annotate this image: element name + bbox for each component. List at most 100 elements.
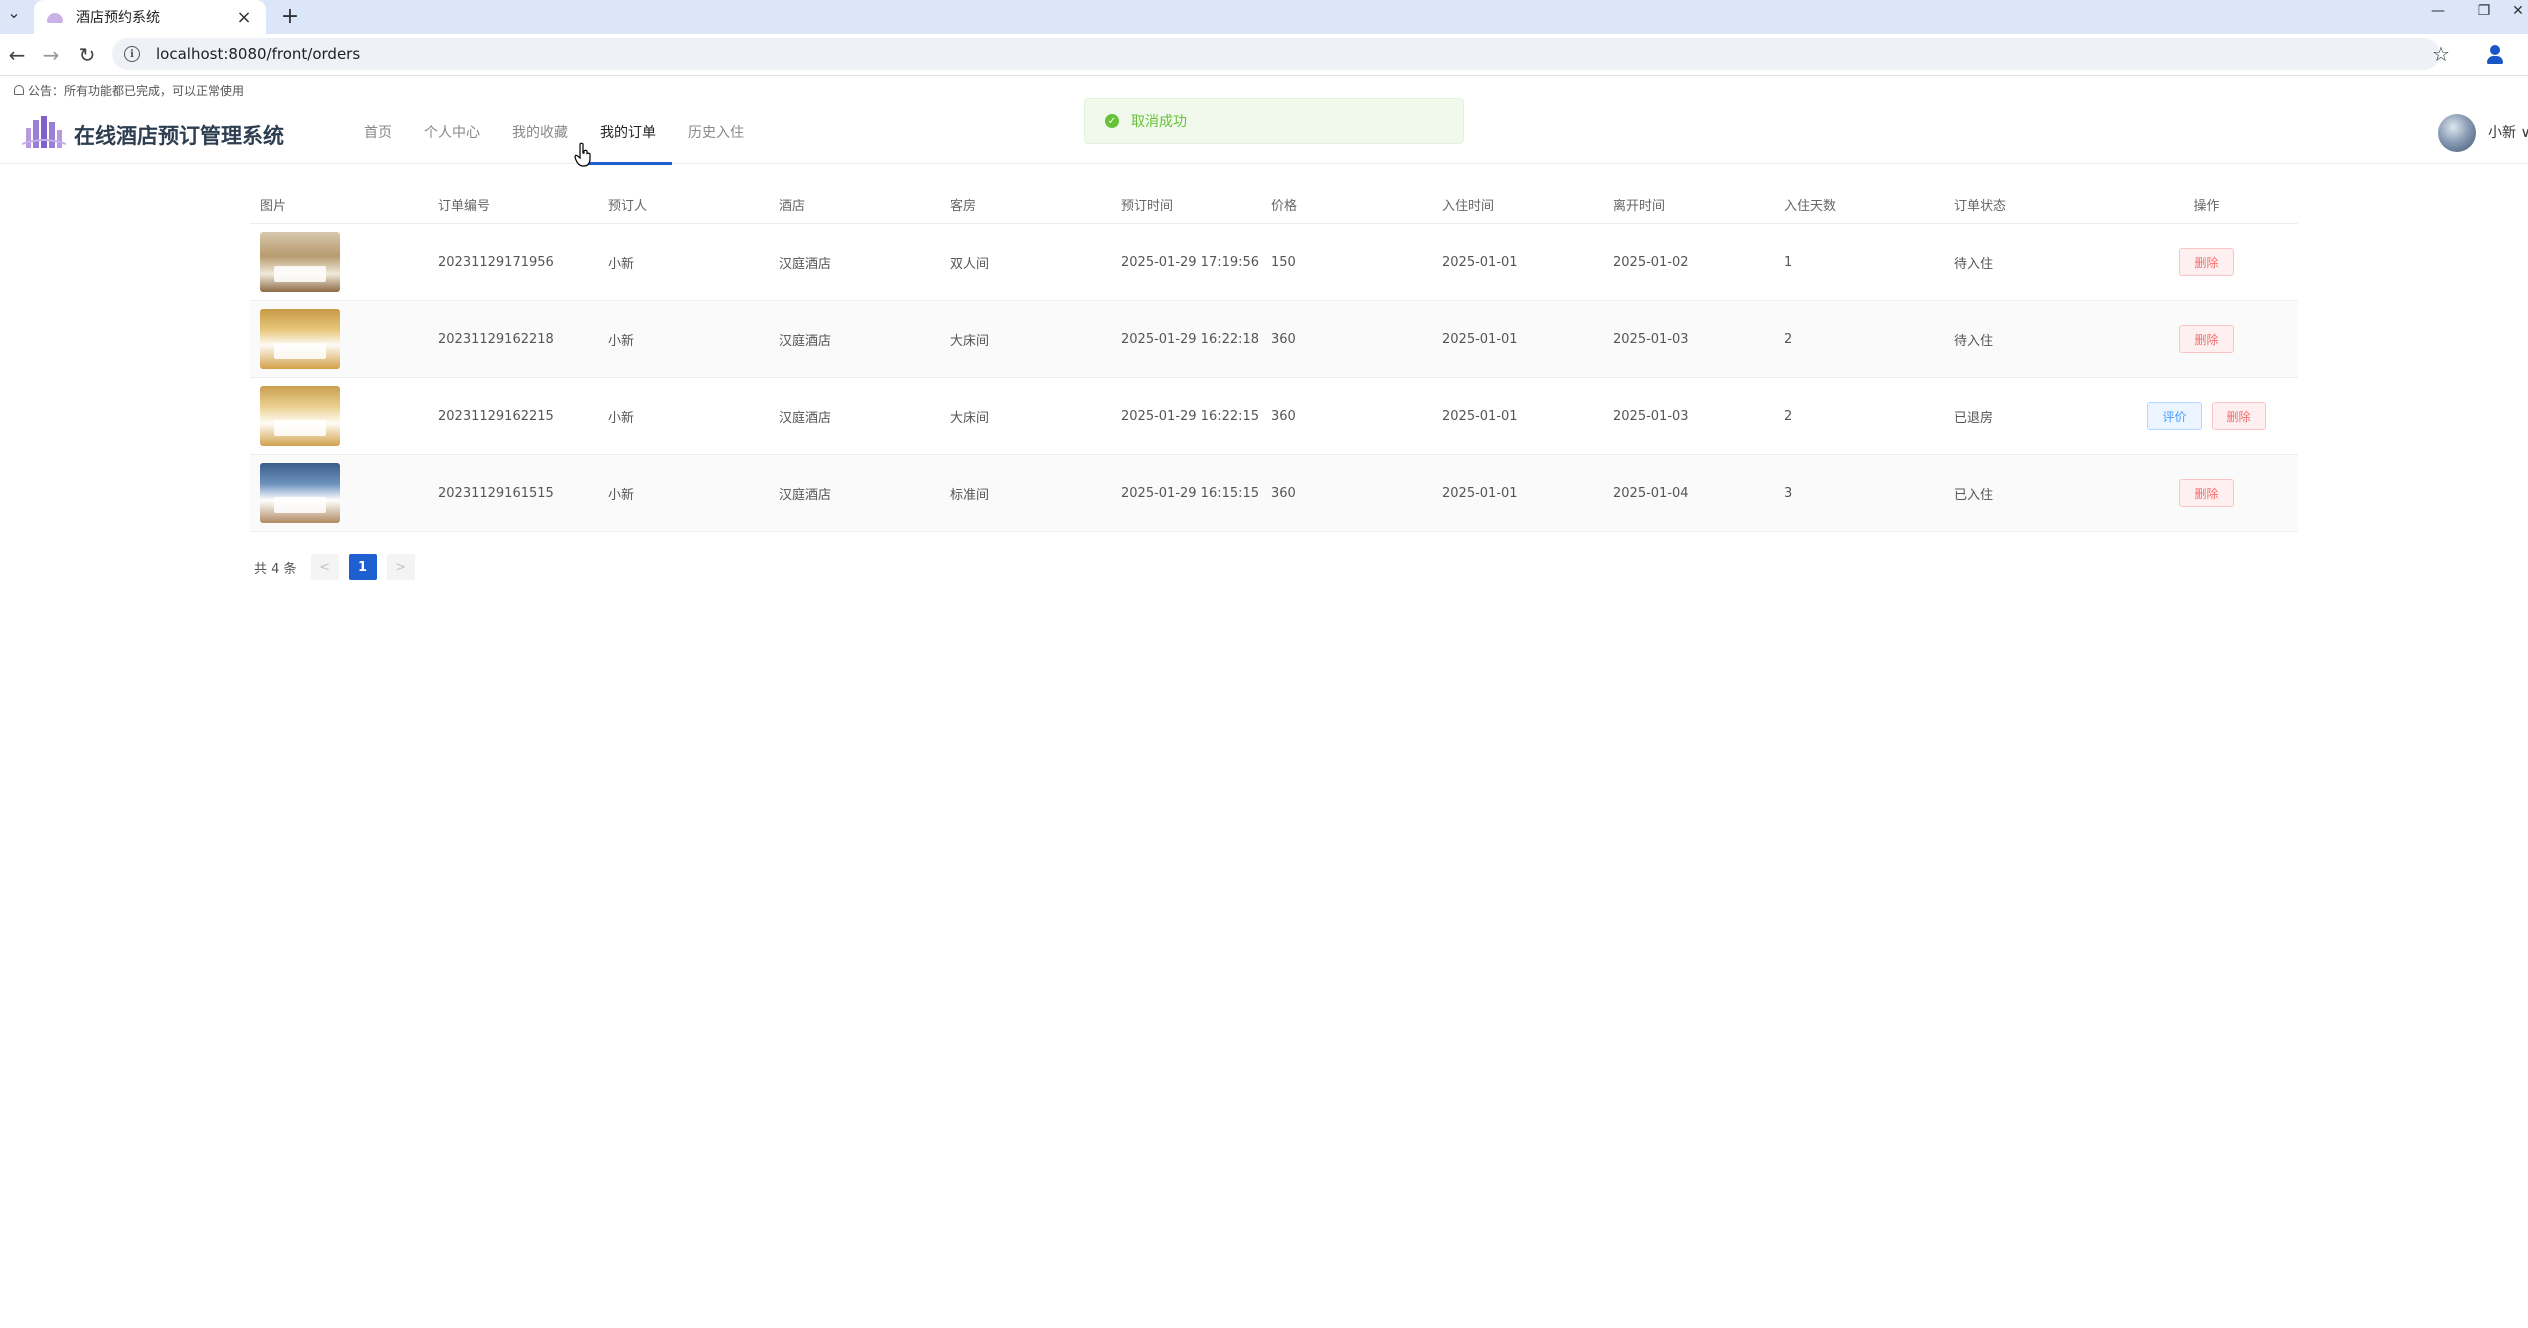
room-thumbnail[interactable] bbox=[260, 386, 340, 446]
user-avatar[interactable] bbox=[2438, 114, 2476, 152]
checkin: 2025-01-01 bbox=[1442, 331, 1518, 347]
toast-message: 取消成功 bbox=[1131, 114, 1187, 130]
th-status: 订单状态 bbox=[1954, 199, 2007, 214]
th-booker: 预订人 bbox=[608, 199, 648, 214]
delete-button[interactable]: 删除 bbox=[2211, 402, 2266, 430]
new-tab-plus-icon[interactable]: + bbox=[276, 2, 304, 30]
url-text[interactable]: localhost:8080/front/orders bbox=[156, 45, 360, 63]
review-button[interactable]: 评价 bbox=[2147, 402, 2202, 430]
room-thumbnail[interactable] bbox=[260, 463, 340, 523]
site-info-icon[interactable]: i bbox=[124, 46, 140, 62]
th-book-time: 预订时间 bbox=[1121, 199, 1174, 214]
th-hotel: 酒店 bbox=[779, 199, 806, 214]
th-actions: 操作 bbox=[2193, 199, 2220, 214]
order-no: 20231129161515 bbox=[438, 485, 554, 501]
hand-cursor-icon bbox=[574, 142, 591, 167]
nav-personal-center[interactable]: 个人中心 bbox=[408, 100, 496, 164]
nav-favorites[interactable]: 我的收藏 bbox=[496, 100, 584, 164]
booker: 小新 bbox=[608, 410, 635, 426]
status: 已入住 bbox=[1954, 487, 1994, 503]
address-bar[interactable]: i localhost:8080/front/orders bbox=[112, 38, 2440, 70]
site-title[interactable]: 在线酒店预订管理系统 bbox=[74, 120, 284, 150]
favicon-icon bbox=[46, 10, 64, 24]
delete-button[interactable]: 删除 bbox=[2179, 479, 2234, 507]
days: 2 bbox=[1784, 408, 1793, 424]
hotel: 汉庭酒店 bbox=[779, 256, 832, 272]
th-days: 入住天数 bbox=[1784, 199, 1837, 214]
delete-button[interactable]: 删除 bbox=[2179, 248, 2234, 276]
booker: 小新 bbox=[608, 256, 635, 272]
tab-list-chevron-icon[interactable]: ⌄ bbox=[0, 0, 28, 24]
browser-profile-icon[interactable] bbox=[2482, 42, 2508, 68]
reload-icon[interactable]: ↻ bbox=[72, 42, 102, 68]
price: 150 bbox=[1271, 254, 1296, 270]
tab-title: 酒店预约系统 bbox=[76, 10, 160, 26]
th-image: 图片 bbox=[260, 199, 287, 214]
table-row: 20231129162218 小新 汉庭酒店 大床间 2025-01-29 16… bbox=[250, 301, 2298, 378]
table-row: 20231129161515 小新 汉庭酒店 标准间 2025-01-29 16… bbox=[250, 455, 2298, 532]
status: 已退房 bbox=[1954, 410, 1994, 426]
checkout: 2025-01-03 bbox=[1613, 408, 1689, 424]
book-time: 2025-01-29 16:15:15 bbox=[1121, 485, 1260, 501]
user-name-dropdown[interactable]: 小新 ∨ bbox=[2488, 122, 2528, 142]
nav-home[interactable]: 首页 bbox=[348, 100, 408, 164]
th-order-no: 订单编号 bbox=[438, 199, 491, 214]
room: 双人间 bbox=[950, 256, 990, 272]
browser-toolbar: ← → ↻ i localhost:8080/front/orders ☆ bbox=[0, 34, 2528, 76]
room-thumbnail[interactable] bbox=[260, 232, 340, 292]
checkout: 2025-01-02 bbox=[1613, 254, 1689, 270]
page-1-button[interactable]: 1 bbox=[348, 554, 377, 580]
table-header: 图片 订单编号 预订人 酒店 客房 预订时间 价格 入住时间 离开时间 入住天数… bbox=[250, 186, 2298, 224]
forward-arrow-icon[interactable]: → bbox=[36, 42, 66, 68]
pagination: 共 4 条 < 1 > bbox=[254, 554, 425, 580]
book-time: 2025-01-29 16:22:15 bbox=[1121, 408, 1260, 424]
tab-close-icon[interactable]: × bbox=[234, 7, 254, 28]
announcement-text: 公告：所有功能都已完成，可以正常使用 bbox=[28, 84, 245, 98]
order-no: 20231129171956 bbox=[438, 254, 554, 270]
days: 1 bbox=[1784, 254, 1793, 270]
th-checkin: 入住时间 bbox=[1442, 199, 1495, 214]
nav-history[interactable]: 历史入住 bbox=[672, 100, 760, 164]
browser-tab[interactable]: 酒店预约系统 × bbox=[34, 0, 266, 34]
main-nav: 首页 个人中心 我的收藏 我的订单 历史入住 bbox=[348, 100, 760, 165]
status: 待入住 bbox=[1954, 256, 1994, 272]
restore-icon[interactable]: ❐ bbox=[2464, 0, 2504, 22]
book-time: 2025-01-29 16:22:18 bbox=[1121, 331, 1260, 347]
price: 360 bbox=[1271, 408, 1296, 424]
th-room: 客房 bbox=[950, 199, 977, 214]
nav-my-orders[interactable]: 我的订单 bbox=[584, 100, 672, 165]
room-thumbnail[interactable] bbox=[260, 309, 340, 369]
price: 360 bbox=[1271, 485, 1296, 501]
hotel: 汉庭酒店 bbox=[779, 487, 832, 503]
order-no: 20231129162215 bbox=[438, 408, 554, 424]
minimize-icon[interactable]: — bbox=[2418, 0, 2458, 22]
days: 3 bbox=[1784, 485, 1793, 501]
bookmark-star-icon[interactable]: ☆ bbox=[2432, 42, 2450, 66]
checkout: 2025-01-03 bbox=[1613, 331, 1689, 347]
hotel-logo-icon bbox=[22, 116, 66, 148]
room: 标准间 bbox=[950, 487, 990, 503]
th-checkout: 离开时间 bbox=[1613, 199, 1666, 214]
status: 待入住 bbox=[1954, 333, 1994, 349]
browser-tabbar: ⌄ 酒店预约系统 × + — ❐ ✕ bbox=[0, 0, 2528, 34]
room: 大床间 bbox=[950, 410, 990, 426]
next-page-chevron-icon[interactable]: > bbox=[386, 554, 415, 580]
success-toast: ✓ 取消成功 bbox=[1084, 98, 1464, 144]
pagination-total: 共 4 条 bbox=[254, 561, 297, 577]
prev-page-chevron-icon[interactable]: < bbox=[310, 554, 339, 580]
room: 大床间 bbox=[950, 333, 990, 349]
checkin: 2025-01-01 bbox=[1442, 254, 1518, 270]
bell-icon bbox=[14, 84, 24, 95]
checkin: 2025-01-01 bbox=[1442, 408, 1518, 424]
th-price: 价格 bbox=[1271, 199, 1298, 214]
delete-button[interactable]: 删除 bbox=[2179, 325, 2234, 353]
days: 2 bbox=[1784, 331, 1793, 347]
back-arrow-icon[interactable]: ← bbox=[2, 42, 32, 68]
booker: 小新 bbox=[608, 487, 635, 503]
checkout: 2025-01-04 bbox=[1613, 485, 1689, 501]
hotel: 汉庭酒店 bbox=[779, 333, 832, 349]
announcement: 公告：所有功能都已完成，可以正常使用 bbox=[14, 82, 244, 99]
book-time: 2025-01-29 17:19:56 bbox=[1121, 254, 1260, 270]
window-close-icon[interactable]: ✕ bbox=[2508, 0, 2528, 22]
order-no: 20231129162218 bbox=[438, 331, 554, 347]
